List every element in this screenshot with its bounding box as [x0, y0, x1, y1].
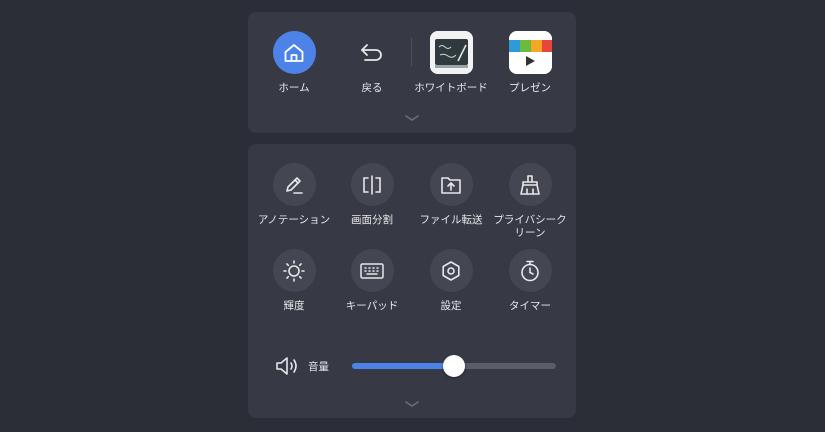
back-icon: [351, 31, 394, 74]
broom-icon: [508, 163, 552, 206]
speaker-icon[interactable]: [274, 354, 300, 378]
chevron-down-icon[interactable]: [403, 113, 421, 123]
annotation-button[interactable]: アノテーション: [254, 163, 334, 227]
timer-icon: [508, 249, 552, 292]
privacy-clean-label: プライバシークリーン: [493, 214, 567, 239]
timer-button[interactable]: タイマー: [490, 249, 570, 313]
brightness-button[interactable]: 輝度: [254, 249, 334, 313]
back-label: 戻る: [361, 82, 383, 94]
split-screen-button[interactable]: 画面分割: [332, 163, 412, 227]
presentation-app-button[interactable]: プレゼン: [490, 31, 570, 95]
home-button[interactable]: ホーム: [254, 31, 334, 95]
settings-label: 設定: [440, 300, 462, 312]
pen-icon: [272, 163, 316, 206]
privacy-clean-button[interactable]: プライバシークリーン: [490, 163, 570, 240]
presentation-app-icon: [508, 31, 552, 74]
home-label: ホーム: [278, 82, 310, 94]
brightness-label: 輝度: [283, 300, 305, 312]
keypad-button[interactable]: キーパッド: [332, 249, 412, 313]
home-icon: [272, 31, 316, 74]
split-screen-label: 画面分割: [351, 214, 393, 226]
quick-apps-panel: ホーム 戻る ホワイトボード プレゼン: [248, 12, 576, 133]
chevron-down-icon[interactable]: [403, 399, 421, 409]
timer-label: タイマー: [509, 300, 551, 312]
file-transfer-label: ファイル転送: [419, 214, 483, 226]
settings-button[interactable]: 設定: [411, 249, 491, 313]
annotation-label: アノテーション: [257, 214, 331, 226]
volume-label: 音量: [308, 361, 329, 373]
volume-slider-thumb[interactable]: [443, 355, 465, 377]
volume-slider-fill: [352, 363, 454, 369]
file-transfer-button[interactable]: ファイル転送: [411, 163, 491, 227]
volume-slider[interactable]: [352, 355, 556, 377]
back-button[interactable]: 戻る: [332, 31, 412, 95]
brightness-icon: [272, 249, 316, 292]
presentation-label: プレゼン: [509, 82, 551, 94]
keyboard-icon: [350, 249, 394, 292]
tools-panel: アノテーション 画面分割 ファイル転送 プライバシークリーン 輝度 キーパッド …: [248, 144, 576, 418]
whiteboard-app-icon: [429, 31, 473, 74]
split-screen-icon: [350, 163, 394, 206]
whiteboard-label: ホワイトボード: [414, 82, 488, 94]
whiteboard-app-button[interactable]: ホワイトボード: [411, 31, 491, 95]
keypad-label: キーパッド: [345, 300, 399, 312]
file-upload-icon: [429, 163, 473, 206]
gear-icon: [429, 249, 473, 292]
volume-control: 音量: [274, 354, 564, 378]
